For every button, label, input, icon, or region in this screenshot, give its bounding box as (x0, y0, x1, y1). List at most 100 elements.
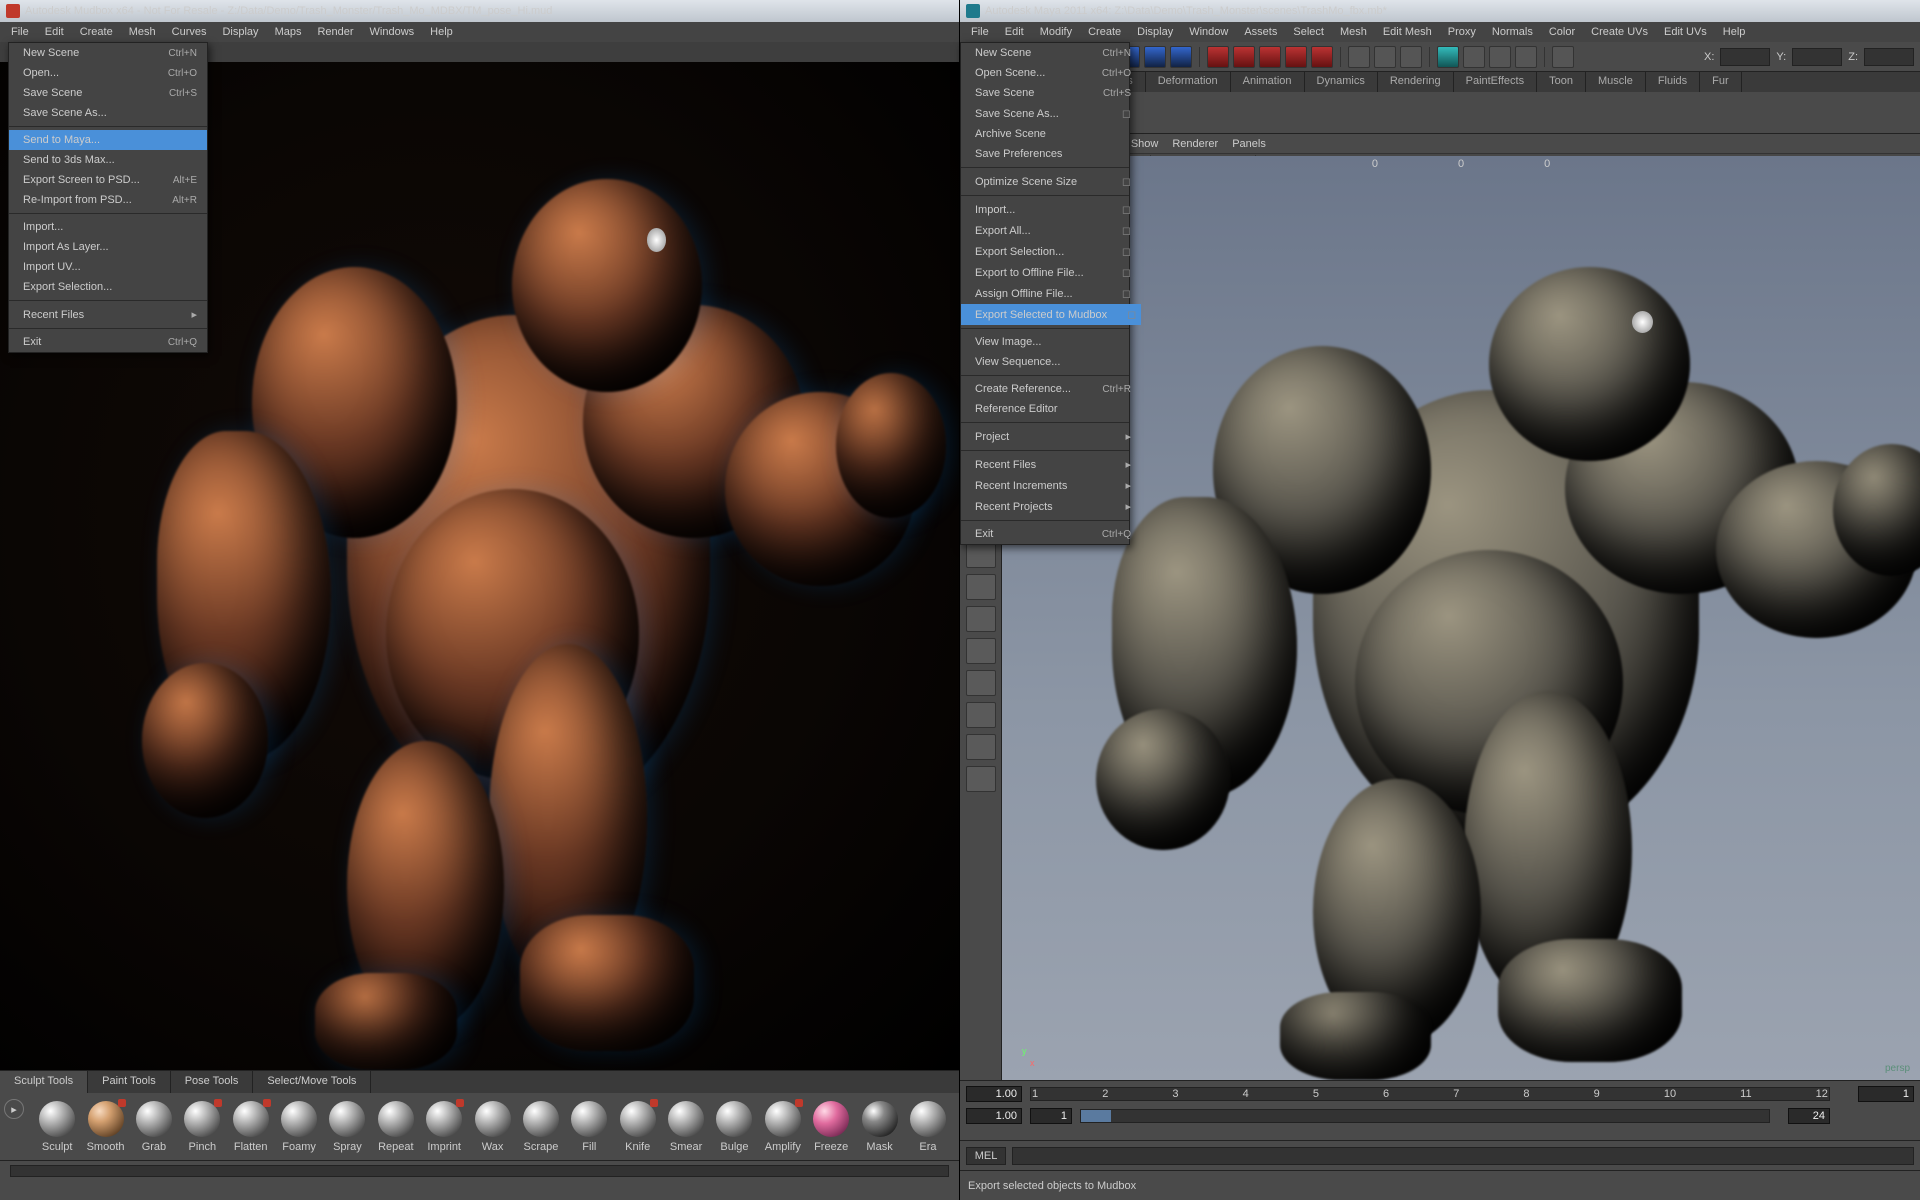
layout-single[interactable] (966, 542, 996, 568)
magnet-icon[interactable] (1285, 46, 1307, 68)
tb-icon[interactable] (1400, 46, 1422, 68)
menu-item[interactable]: Save Scene As... (961, 103, 1141, 124)
menu-render[interactable]: Render (310, 24, 360, 40)
m-menu-proxy[interactable]: Proxy (1441, 24, 1483, 40)
menu-item[interactable]: Recent Files (9, 304, 207, 325)
menu-item[interactable]: Import As Layer... (9, 237, 207, 257)
snap-icon[interactable] (1144, 46, 1166, 68)
menu-item[interactable]: Archive Scene (961, 124, 1141, 144)
layout-outliner[interactable] (966, 702, 996, 728)
shelf-tab[interactable]: Fluids (1646, 72, 1700, 92)
m-menu-createuvs[interactable]: Create UVs (1584, 24, 1655, 40)
maya-titlebar[interactable]: Autodesk Maya 2011 x64: Z:\Data\Demo\Tra… (960, 0, 1920, 22)
tool-smooth[interactable]: Smooth (86, 1101, 124, 1153)
command-input[interactable] (1012, 1147, 1914, 1165)
tool-repeat[interactable]: Repeat (377, 1101, 415, 1153)
tab-pose-tools[interactable]: Pose Tools (171, 1071, 254, 1093)
m-menu-help[interactable]: Help (1716, 24, 1753, 40)
pm-panels[interactable]: Panels (1232, 138, 1266, 150)
shelf-tab[interactable]: Fur (1700, 72, 1742, 92)
menu-windows[interactable]: Windows (363, 24, 422, 40)
time-current[interactable] (966, 1086, 1022, 1102)
tool-era[interactable]: Era (909, 1101, 947, 1153)
tab-select-move-tools[interactable]: Select/Move Tools (253, 1071, 371, 1093)
tool-flatten[interactable]: Flatten (232, 1101, 270, 1153)
m-menu-select[interactable]: Select (1286, 24, 1331, 40)
tool-fill[interactable]: Fill (570, 1101, 608, 1153)
tool-smear[interactable]: Smear (667, 1101, 705, 1153)
tool-sculpt[interactable]: Sculpt (38, 1101, 76, 1153)
tb-icon[interactable] (1463, 46, 1485, 68)
tab-sculpt-tools[interactable]: Sculpt Tools (0, 1071, 88, 1093)
layout-two-h[interactable] (966, 606, 996, 632)
menu-item[interactable]: Re-Import from PSD...Alt+R (9, 190, 207, 210)
range-end[interactable] (1788, 1108, 1830, 1124)
tool-amplify[interactable]: Amplify (764, 1101, 802, 1153)
menu-item[interactable]: Import... (961, 199, 1141, 220)
shelf-tab[interactable]: Animation (1231, 72, 1305, 92)
m-menu-create[interactable]: Create (1081, 24, 1128, 40)
menu-item[interactable]: View Image... (961, 332, 1141, 352)
mudbox-titlebar[interactable]: Autodesk Mudbox x64 - Not For Resale - Z… (0, 0, 959, 22)
shelf-tab[interactable]: Toon (1537, 72, 1586, 92)
menu-item[interactable]: Open...Ctrl+O (9, 63, 207, 83)
tool-pinch[interactable]: Pinch (183, 1101, 221, 1153)
menu-item[interactable]: Export Selection... (9, 277, 207, 297)
m-menu-modify[interactable]: Modify (1033, 24, 1079, 40)
play-icon[interactable]: ▸ (4, 1099, 24, 1119)
menu-item[interactable]: ExitCtrl+Q (961, 524, 1141, 544)
layout-four[interactable] (966, 574, 996, 600)
tool-scrape[interactable]: Scrape (522, 1101, 560, 1153)
m-menu-color[interactable]: Color (1542, 24, 1582, 40)
m-menu-edit[interactable]: Edit (998, 24, 1031, 40)
tool-freeze[interactable]: Freeze (812, 1101, 850, 1153)
menu-maps[interactable]: Maps (268, 24, 309, 40)
menu-item[interactable]: Send to 3ds Max... (9, 150, 207, 170)
tool-grab[interactable]: Grab (135, 1101, 173, 1153)
tb-icon[interactable] (1374, 46, 1396, 68)
maya-model[interactable] (1062, 196, 1900, 1080)
coord-z-input[interactable] (1864, 48, 1914, 66)
menu-item[interactable]: Create Reference...Ctrl+R (961, 379, 1141, 399)
menu-item[interactable]: New SceneCtrl+N (961, 43, 1141, 63)
tab-paint-tools[interactable]: Paint Tools (88, 1071, 171, 1093)
shelf-tab[interactable]: Muscle (1586, 72, 1646, 92)
menu-item[interactable]: Send to Maya... (9, 130, 207, 150)
menu-item[interactable]: Export to Offline File... (961, 262, 1141, 283)
range-start[interactable] (1030, 1108, 1072, 1124)
m-menu-assets[interactable]: Assets (1237, 24, 1284, 40)
m-menu-mesh[interactable]: Mesh (1333, 24, 1374, 40)
menu-item[interactable]: Export All... (961, 220, 1141, 241)
tb-icon[interactable] (1348, 46, 1370, 68)
m-menu-normals[interactable]: Normals (1485, 24, 1540, 40)
menu-item[interactable]: Assign Offline File... (961, 283, 1141, 304)
tool-bulge[interactable]: Bulge (715, 1101, 753, 1153)
script-lang[interactable]: MEL (966, 1147, 1006, 1165)
layout-persp[interactable] (966, 670, 996, 696)
m-menu-window[interactable]: Window (1182, 24, 1235, 40)
menu-item[interactable]: Import UV... (9, 257, 207, 277)
shelf-tab[interactable]: Deformation (1146, 72, 1231, 92)
render-icon[interactable] (1437, 46, 1459, 68)
magnet-icon[interactable] (1207, 46, 1229, 68)
menu-item[interactable]: Open Scene...Ctrl+O (961, 63, 1141, 83)
pm-renderer[interactable]: Renderer (1172, 138, 1218, 150)
menu-edit[interactable]: Edit (38, 24, 71, 40)
h-scrollbar[interactable] (10, 1165, 949, 1177)
tb-icon[interactable] (1489, 46, 1511, 68)
menu-item[interactable]: View Sequence... (961, 352, 1141, 372)
tool-knife[interactable]: Knife (619, 1101, 657, 1153)
tool-mask[interactable]: Mask (860, 1101, 898, 1153)
menu-item[interactable]: Export Selection... (961, 241, 1141, 262)
magnet-icon[interactable] (1259, 46, 1281, 68)
menu-item[interactable]: Optimize Scene Size (961, 171, 1141, 192)
tool-imprint[interactable]: Imprint (425, 1101, 463, 1153)
layout-two-v[interactable] (966, 638, 996, 664)
m-menu-edituvs[interactable]: Edit UVs (1657, 24, 1714, 40)
magnet-icon[interactable] (1311, 46, 1333, 68)
menu-item[interactable]: Export Selected to Mudbox (961, 304, 1141, 325)
sculpt-model[interactable] (110, 102, 899, 1070)
tb-icon[interactable] (1515, 46, 1537, 68)
menu-create[interactable]: Create (73, 24, 120, 40)
menu-help[interactable]: Help (423, 24, 460, 40)
